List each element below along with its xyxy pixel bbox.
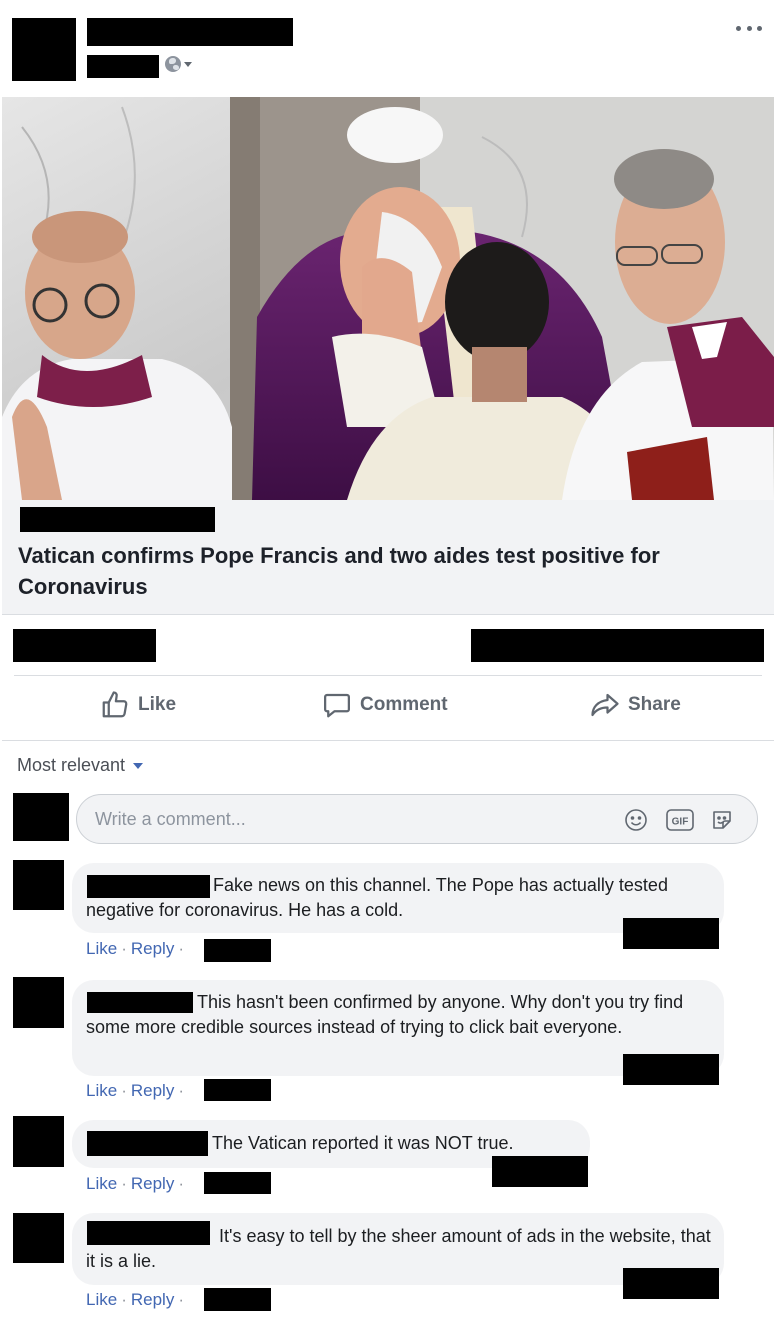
thumbs-up-icon [102,691,128,718]
comment-reactions[interactable] [623,1268,719,1299]
comment-text: The Vatican reported it was NOT true. [212,1133,514,1153]
globe-icon [165,56,181,72]
comment-sort-dropdown[interactable]: Most relevant [17,755,144,776]
author-name[interactable] [87,18,293,46]
link-domain [20,507,215,532]
comment-like-link[interactable]: Like [86,1081,117,1101]
comment-time[interactable] [204,1079,271,1101]
comment-avatar[interactable] [13,977,64,1028]
share-arrow-icon [591,693,619,717]
separator-dot: · [178,939,184,958]
comment-avatar[interactable] [13,1116,64,1167]
divider [14,675,762,676]
comment-reactions[interactable] [623,1054,719,1085]
more-horizontal-icon[interactable] [736,20,762,36]
caret-down-icon [184,61,192,67]
reaction-count[interactable] [13,629,156,662]
like-button[interactable]: Like [100,690,176,720]
comment-like-link[interactable]: Like [86,1290,117,1310]
author-avatar[interactable] [12,18,76,81]
comment-text: This hasn't been confirmed by anyone. Wh… [86,992,684,1037]
comment-bubble-icon [324,693,350,718]
current-user-avatar [13,793,69,841]
comment-time[interactable] [204,1288,271,1311]
separator-dot: · [121,1174,127,1193]
comment-time[interactable] [204,939,271,962]
sort-label: Most relevant [17,755,126,775]
comment-reply-link[interactable]: Reply [131,1174,174,1194]
comment-time[interactable] [204,1172,271,1194]
comment-actions: Like · Reply · [86,1290,188,1310]
post-timestamp[interactable] [87,55,159,78]
comment-avatar[interactable] [13,1213,64,1263]
gif-icon[interactable]: GIF [666,807,694,833]
post-photo[interactable] [2,97,774,500]
comment-text: Fake news on this channel. The Pope has … [86,875,668,920]
share-button[interactable]: Share [590,690,681,720]
separator-dot: · [178,1081,184,1100]
comment-avatar[interactable] [13,860,64,910]
comment-actions: Like · Reply · [86,1174,188,1194]
comment-reply-link[interactable]: Reply [131,939,174,959]
comment-reply-link[interactable]: Reply [131,1290,174,1310]
comment-reply-link[interactable]: Reply [131,1081,174,1101]
emoji-icon[interactable] [623,807,649,833]
share-label: Share [628,694,681,715]
comment-like-link[interactable]: Like [86,1174,117,1194]
separator-dot: · [121,1081,127,1100]
divider [2,740,774,741]
comment-share-count[interactable] [471,629,764,662]
comment-reactions[interactable] [492,1156,588,1187]
comment-like-link[interactable]: Like [86,939,117,959]
like-label: Like [138,694,177,715]
comment-actions: Like · Reply · [86,1081,188,1101]
separator-dot: · [178,1290,184,1309]
write-comment-box[interactable]: GIF [76,794,758,844]
link-title[interactable]: Vatican confirms Pope Francis and two ai… [18,540,758,602]
comment-label: Comment [360,694,448,715]
separator-dot: · [178,1174,184,1193]
sticker-icon[interactable] [709,807,735,833]
privacy-selector[interactable] [165,56,192,72]
separator-dot: · [121,939,127,958]
comment-text: It's easy to tell by the sheer amount of… [86,1226,711,1271]
separator-dot: · [121,1290,127,1309]
gif-label: GIF [672,817,689,828]
comment-actions: Like · Reply · [86,939,188,959]
caret-down-icon [133,762,144,769]
comment-button[interactable]: Comment [322,690,448,720]
comment-input[interactable] [95,807,595,831]
comment-reactions[interactable] [623,918,719,949]
